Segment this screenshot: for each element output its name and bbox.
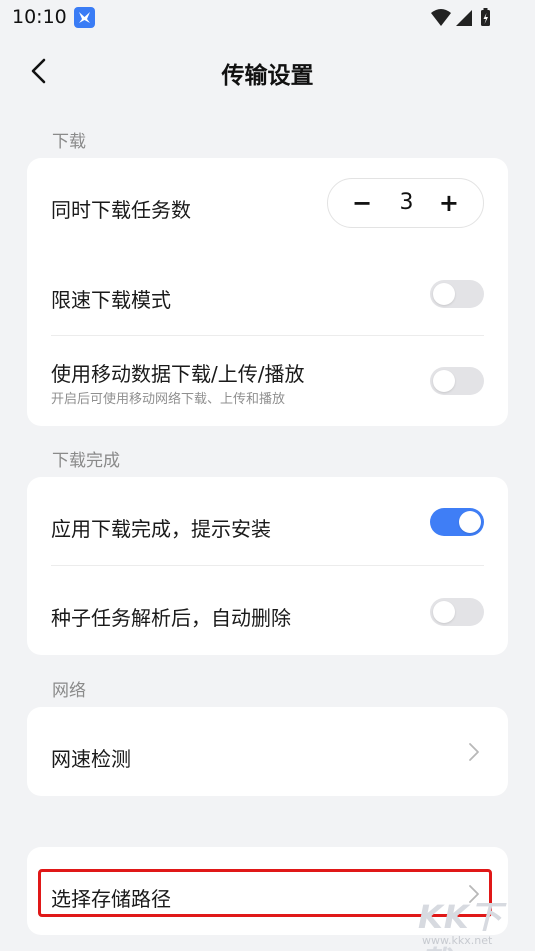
- section-label-download: 下载: [52, 132, 86, 152]
- app-notification-icon: [74, 7, 95, 28]
- download-complete-card: 应用下载完成，提示安装 种子任务解析后，自动删除: [27, 477, 508, 655]
- prompt-install-row[interactable]: 应用下载完成，提示安装: [27, 477, 508, 566]
- speed-limit-toggle[interactable]: [430, 280, 484, 308]
- prompt-install-label: 应用下载完成，提示安装: [51, 517, 271, 541]
- speed-test-row[interactable]: 网速检测: [27, 707, 508, 796]
- toggle-knob: [433, 601, 455, 623]
- section-label-network: 网络: [52, 681, 86, 701]
- auto-delete-row[interactable]: 种子任务解析后，自动删除: [27, 566, 508, 655]
- auto-delete-label: 种子任务解析后，自动删除: [51, 606, 291, 630]
- concurrent-downloads-row: 同时下载任务数 − 3 +: [27, 158, 508, 250]
- mobile-data-label: 使用移动数据下载/上传/播放: [51, 362, 305, 386]
- speed-limit-row[interactable]: 限速下载模式: [27, 250, 508, 336]
- auto-delete-toggle[interactable]: [430, 598, 484, 626]
- speed-limit-label: 限速下载模式: [51, 288, 171, 312]
- header: 传输设置: [0, 38, 535, 108]
- mobile-data-toggle[interactable]: [430, 367, 484, 395]
- section-label-download-complete: 下载完成: [52, 451, 120, 471]
- chevron-right-icon: [468, 742, 480, 762]
- status-bar: 10:10: [0, 0, 535, 38]
- watermark: KK下载 www.kkx.net: [408, 890, 533, 951]
- mobile-data-description: 开启后可使用移动网络下载、上传和播放: [51, 392, 286, 407]
- mobile-data-row[interactable]: 使用移动数据下载/上传/播放 开启后可使用移动网络下载、上传和播放: [27, 336, 508, 426]
- toggle-knob: [433, 370, 455, 392]
- status-icons: [429, 6, 497, 34]
- increment-button[interactable]: +: [439, 189, 459, 217]
- network-card: 网速检测: [27, 707, 508, 796]
- toggle-knob: [459, 511, 481, 533]
- toggle-knob: [433, 283, 455, 305]
- status-time: 10:10: [12, 6, 67, 28]
- watermark-url: www.kkx.net: [422, 934, 493, 947]
- signal-icon: [456, 10, 472, 26]
- concurrent-downloads-label: 同时下载任务数: [51, 198, 191, 222]
- wifi-icon: [431, 9, 451, 26]
- prompt-install-toggle[interactable]: [430, 508, 484, 536]
- download-card: 同时下载任务数 − 3 + 限速下载模式 使用移动数据下载/上传/播放 开启后可…: [27, 158, 508, 426]
- battery-icon: [481, 8, 490, 26]
- speed-test-label: 网速检测: [51, 747, 131, 771]
- page-title: 传输设置: [221, 63, 314, 89]
- concurrent-downloads-stepper: − 3 +: [327, 178, 484, 228]
- stepper-value: 3: [399, 190, 414, 215]
